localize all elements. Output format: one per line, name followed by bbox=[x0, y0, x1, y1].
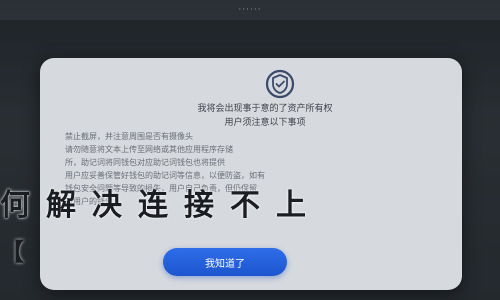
dialog-body: 禁止截屏，并注意周围是否有摄像头 请勿随意将文本上传至网络或其他应用程序存储 所… bbox=[65, 130, 445, 208]
body-line: 对用户的钱包， bbox=[65, 197, 121, 206]
watermark-bracket: 【 bbox=[0, 237, 24, 266]
dialog-heading-line-2: 用户须注意以下事项 bbox=[224, 118, 306, 128]
dialog-heading-line-1: 我将会出现事于意的了资产所有权 bbox=[197, 104, 333, 114]
body-line: 用户应妥善保管好钱包的助记词等信息，以便防盗，如有 bbox=[65, 171, 265, 180]
body-line: 钱包安全问题等导致的损失，用户自己负责，但仍保留 bbox=[65, 184, 257, 193]
dialog-heading: 我将会出现事于意的了资产所有权 用户须注意以下事项 bbox=[100, 102, 430, 130]
status-bar: ······ bbox=[0, 0, 500, 20]
confirm-button[interactable]: 我知道了 bbox=[163, 248, 287, 276]
body-line: 禁止截屏，并注意周围是否有摄像头 bbox=[65, 132, 193, 141]
body-line: 所，助记词将同钱包对应助记词钱包也将提供 bbox=[65, 158, 225, 167]
body-line: 请勿随意将文本上传至网络或其他应用程序存储 bbox=[65, 145, 233, 154]
shield-check-icon bbox=[265, 69, 295, 99]
phone-screen: ······ 我将会出现事于意的了资产所有权 用户须注意以下事项 禁止截屏，并注… bbox=[0, 0, 500, 300]
status-title: ······ bbox=[238, 5, 262, 15]
security-notice-dialog: 我将会出现事于意的了资产所有权 用户须注意以下事项 禁止截屏，并注意周围是否有摄… bbox=[40, 58, 462, 290]
